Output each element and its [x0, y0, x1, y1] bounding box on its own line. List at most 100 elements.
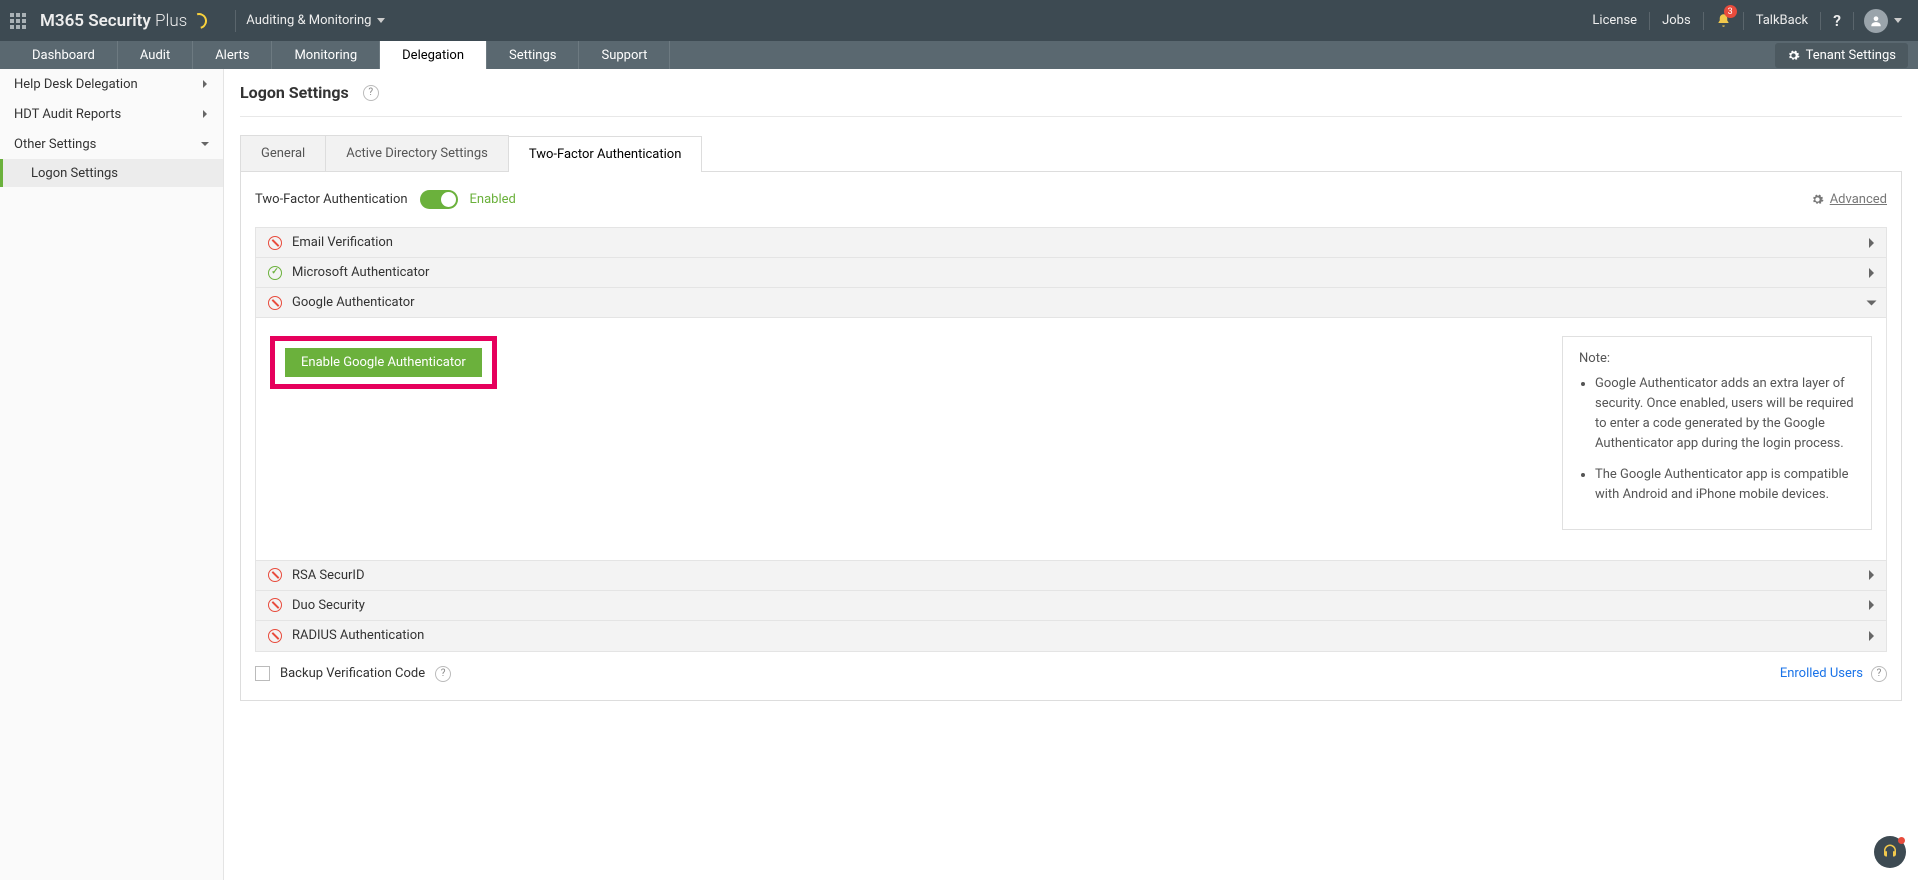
divider — [1649, 12, 1650, 30]
auth-method-label: RADIUS Authentication — [292, 628, 424, 643]
help-button[interactable]: ? — [1823, 0, 1851, 41]
check-circle-icon — [268, 266, 282, 280]
tab-support[interactable]: Support — [579, 41, 670, 69]
help-icon[interactable]: ? — [1871, 666, 1887, 682]
notifications-button[interactable]: 3 — [1706, 0, 1741, 41]
tab-dashboard[interactable]: Dashboard — [10, 41, 118, 69]
auth-method-duo-security[interactable]: Duo Security — [256, 591, 1886, 621]
sidebar-item-label: Other Settings — [14, 137, 96, 152]
tab-monitoring[interactable]: Monitoring — [272, 41, 380, 69]
tfa-toggle-row: Two-Factor Authentication Enabled Advanc… — [255, 190, 1887, 209]
auth-method-rsa-securid[interactable]: RSA SecurID — [256, 561, 1886, 591]
disabled-circle-icon — [268, 568, 282, 582]
disabled-circle-icon — [268, 296, 282, 310]
sidebar-item-other-settings[interactable]: Other Settings — [0, 129, 223, 159]
sidebar-item-logon-settings[interactable]: Logon Settings — [0, 159, 223, 187]
note-item: The Google Authenticator app is compatib… — [1595, 465, 1855, 505]
backup-checkbox[interactable] — [255, 666, 270, 681]
auth-method-label: Duo Security — [292, 598, 365, 613]
tab-audit[interactable]: Audit — [118, 41, 193, 69]
note-item: Google Authenticator adds an extra layer… — [1595, 374, 1855, 455]
tfa-panel: Two-Factor Authentication Enabled Advanc… — [240, 171, 1902, 701]
top-header: M365 Security Plus Auditing & Monitoring… — [0, 0, 1918, 41]
sidebar-item-label: HDT Audit Reports — [14, 107, 121, 122]
help-icon[interactable]: ? — [435, 666, 451, 682]
license-link[interactable]: License — [1582, 0, 1647, 41]
auth-method-radius-authentication[interactable]: RADIUS Authentication — [256, 621, 1886, 651]
gear-icon — [1811, 193, 1824, 206]
chevron-right-icon — [203, 110, 207, 118]
auth-method-label: Microsoft Authenticator — [292, 265, 429, 280]
chevron-down-icon — [1867, 300, 1877, 305]
chevron-right-icon — [1869, 570, 1874, 580]
divider — [1703, 12, 1704, 30]
jobs-link[interactable]: Jobs — [1652, 0, 1701, 41]
enrolled-users-link[interactable]: Enrolled Users — [1780, 666, 1863, 681]
auth-method-google-authenticator[interactable]: Google Authenticator — [256, 288, 1886, 318]
divider — [1853, 12, 1854, 30]
inner-tab-two-factor-authentication[interactable]: Two-Factor Authentication — [508, 136, 703, 172]
tenant-settings-label: Tenant Settings — [1806, 48, 1896, 63]
auth-method-body: Enable Google Authenticator Note:Google A… — [256, 318, 1886, 561]
sidebar-item-hdt-audit-reports[interactable]: HDT Audit Reports — [0, 99, 223, 129]
tenant-settings-button[interactable]: Tenant Settings — [1775, 43, 1908, 68]
apps-grid-icon[interactable] — [10, 13, 26, 29]
user-icon — [1869, 14, 1883, 28]
divider — [1820, 12, 1821, 30]
disabled-circle-icon — [268, 598, 282, 612]
tfa-toggle[interactable] — [420, 190, 458, 209]
backup-label: Backup Verification Code — [280, 666, 425, 681]
main-content: Logon Settings ? GeneralActive Directory… — [224, 69, 1918, 880]
chevron-down-icon — [201, 142, 209, 146]
note-box: Note:Google Authenticator adds an extra … — [1562, 336, 1872, 530]
advanced-link[interactable]: Advanced — [1811, 192, 1887, 207]
headset-icon — [1881, 843, 1899, 861]
page-title: Logon Settings — [240, 83, 349, 102]
chevron-right-icon — [1869, 238, 1874, 248]
logo-text-2: Security — [88, 11, 151, 31]
status-dot-icon — [1898, 837, 1905, 844]
module-label: Auditing & Monitoring — [246, 13, 371, 28]
auth-methods-list: Email Verification Microsoft Authenticato… — [255, 227, 1887, 652]
auth-method-label: Email Verification — [292, 235, 393, 250]
logo-text-1: M365 — [40, 11, 84, 31]
chevron-down-icon — [377, 18, 385, 23]
inner-tabs: GeneralActive Directory SettingsTwo-Fact… — [240, 135, 1902, 171]
tfa-status: Enabled — [470, 192, 516, 207]
chevron-right-icon — [203, 80, 207, 88]
tfa-label: Two-Factor Authentication — [255, 192, 408, 207]
sidebar: Help Desk Delegation HDT Audit Reports Oth… — [0, 69, 224, 880]
gear-icon — [1787, 49, 1800, 62]
auth-method-email-verification[interactable]: Email Verification — [256, 228, 1886, 258]
inner-tab-active-directory-settings[interactable]: Active Directory Settings — [325, 135, 509, 171]
talkback-link[interactable]: TalkBack — [1746, 0, 1818, 41]
disabled-circle-icon — [268, 629, 282, 643]
auth-method-microsoft-authenticator[interactable]: Microsoft Authenticator — [256, 258, 1886, 288]
chevron-right-icon — [1869, 631, 1874, 641]
divider — [1743, 12, 1744, 30]
main-tabs: DashboardAuditAlertsMonitoringDelegation… — [0, 41, 1918, 69]
chevron-right-icon — [1869, 600, 1874, 610]
sidebar-item-help-desk-delegation[interactable]: Help Desk Delegation — [0, 69, 223, 99]
inner-tab-general[interactable]: General — [240, 135, 326, 171]
advanced-label: Advanced — [1830, 192, 1887, 207]
panel-footer: Backup Verification Code ? Enrolled User… — [255, 666, 1887, 682]
notification-badge: 3 — [1724, 5, 1737, 18]
tab-delegation[interactable]: Delegation — [380, 41, 487, 69]
help-icon[interactable]: ? — [363, 85, 379, 101]
user-avatar[interactable] — [1864, 9, 1888, 33]
divider — [235, 10, 236, 32]
tab-alerts[interactable]: Alerts — [193, 41, 272, 69]
page-title-row: Logon Settings ? — [240, 69, 1902, 117]
auth-method-label: Google Authenticator — [292, 295, 415, 310]
chevron-right-icon — [1869, 268, 1874, 278]
chat-button[interactable] — [1874, 836, 1906, 868]
module-dropdown[interactable]: Auditing & Monitoring — [246, 13, 385, 28]
disabled-circle-icon — [268, 236, 282, 250]
tab-settings[interactable]: Settings — [487, 41, 579, 69]
enable-google-authenticator-button[interactable]: Enable Google Authenticator — [285, 348, 482, 377]
product-logo: M365 Security Plus — [40, 11, 207, 31]
logo-text-3: Plus — [155, 11, 187, 31]
chevron-down-icon — [1894, 18, 1902, 23]
highlight-box: Enable Google Authenticator — [270, 336, 497, 389]
